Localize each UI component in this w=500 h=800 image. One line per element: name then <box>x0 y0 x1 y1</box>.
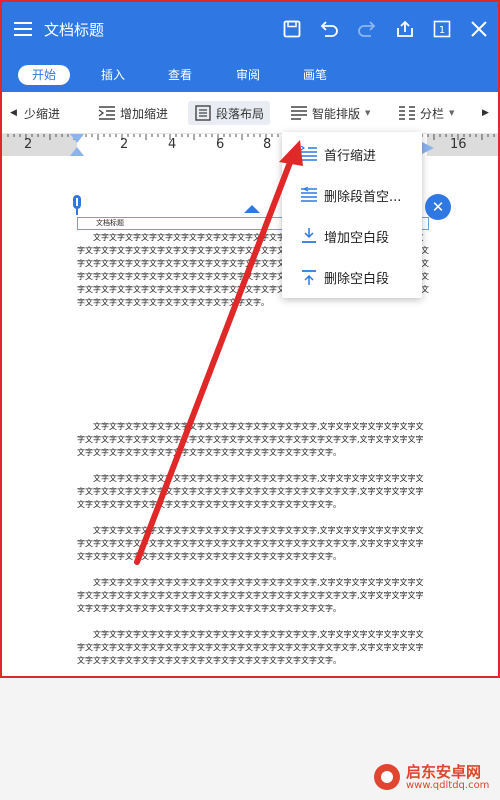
redo-icon[interactable] <box>354 16 380 42</box>
paragraph-layout-button[interactable]: 段落布局 <box>188 101 271 125</box>
menu-item-delete-blank-paragraph[interactable]: 删除空白段 <box>282 257 422 297</box>
ruler-number: 6 <box>216 137 225 152</box>
share-icon[interactable] <box>392 16 418 42</box>
caret-left-icon: ◀ <box>10 108 17 118</box>
format-toolbar: ◀ 少缩进 增加缩进 段落布局 智能排版 ▼ 分栏 ▼ ▶ <box>2 92 498 134</box>
title-bar: 文档标题 1 <box>2 2 498 58</box>
ruler-number: 2 <box>120 137 129 152</box>
ribbon-tabs: 开始 插入 查看 审阅 画笔 <box>2 58 498 92</box>
indent-marker-icon[interactable] <box>242 204 262 214</box>
tab-review[interactable]: 审阅 <box>236 65 260 85</box>
scroll-left-button[interactable]: ◀ <box>10 101 17 125</box>
body-paragraph[interactable]: 文字文字文字文字文字文字文字文字文字文字文字文字文字文字,文字文字文字文字文字文… <box>77 524 429 563</box>
document-page[interactable]: 文档标题 文字文字文字文字文字文字文字文字文字文字文字文字文字文字,文字文字文字… <box>2 156 498 676</box>
paragraph-layout-icon <box>195 105 211 121</box>
menu-item-first-line-indent[interactable]: 首行缩进 <box>282 134 422 174</box>
add-blank-paragraph-icon <box>294 227 324 245</box>
increase-indent-icon <box>98 106 115 120</box>
site-watermark: 启东安卓网 www.qdltdq.com <box>372 762 489 792</box>
decrease-indent-button[interactable]: 少缩进 <box>24 101 60 125</box>
body-paragraph[interactable]: 文字文字文字文字文字文字文字文字文字文字文字文字文字文字,文字文字文字文字文字文… <box>77 472 429 511</box>
tab-view[interactable]: 查看 <box>168 65 192 85</box>
smart-layout-menu: 首行缩进 删除段首空... 增加空白段 删除空白段 <box>282 132 422 298</box>
first-line-indent-icon <box>294 146 324 162</box>
body-paragraph[interactable]: 文字文字文字文字文字文字文字文字文字文字文字文字文字文字,文字文字文字文字文字文… <box>77 628 429 667</box>
close-x-icon: ✕ <box>431 198 445 216</box>
close-selection-button[interactable]: ✕ <box>425 194 451 220</box>
columns-button[interactable]: 分栏 ▼ <box>398 101 454 125</box>
smart-layout-icon <box>291 106 307 120</box>
menu-item-label: 删除段首空... <box>324 189 402 205</box>
undo-icon[interactable] <box>316 16 342 42</box>
decrease-indent-label: 少缩进 <box>24 106 61 121</box>
watermark-logo-icon <box>374 764 400 790</box>
columns-icon <box>399 106 415 120</box>
dropdown-caret-icon: ▼ <box>449 109 455 117</box>
menu-item-label: 首行缩进 <box>324 148 377 164</box>
caret-right-icon: ▶ <box>482 108 489 118</box>
ruler-number: 16 <box>450 137 467 152</box>
ruler-number: 8 <box>263 137 272 152</box>
page-count-icon[interactable]: 1 <box>429 16 455 42</box>
paragraph-layout-label: 段落布局 <box>216 106 265 121</box>
increase-indent-button[interactable]: 增加缩进 <box>98 101 168 125</box>
tab-start[interactable]: 开始 <box>18 65 71 85</box>
menu-item-add-blank-paragraph[interactable]: 增加空白段 <box>282 216 422 256</box>
watermark-name: 启东安卓网 <box>406 762 482 781</box>
scroll-right-button[interactable]: ▶ <box>482 101 489 125</box>
document-title: 文档标题 <box>44 21 105 39</box>
close-icon[interactable] <box>466 16 492 42</box>
app-window: 文档标题 1 开始 插入 查看 审阅 画笔 ◀ 少缩进 增加缩进 段落布局 智能… <box>0 0 500 678</box>
watermark-url: www.qdltdq.com <box>406 779 490 791</box>
body-paragraph[interactable]: 文字文字文字文字文字文字文字文字文字文字文字文字文字文字,文字文字文字文字文字文… <box>77 420 429 459</box>
hamburger-menu-icon[interactable] <box>14 22 32 36</box>
body-paragraph[interactable]: 文字文字文字文字文字文字文字文字文字文字文字文字文字文字,文字文字文字文字文字文… <box>77 576 429 615</box>
smart-layout-button[interactable]: 智能排版 ▼ <box>290 101 370 125</box>
tab-pen[interactable]: 画笔 <box>303 65 327 85</box>
dropdown-caret-icon: ▼ <box>365 109 371 117</box>
svg-text:1: 1 <box>439 25 445 36</box>
menu-item-delete-leading-space[interactable]: 删除段首空... <box>282 175 422 215</box>
tab-insert[interactable]: 插入 <box>101 65 125 85</box>
ruler-ticks <box>7 134 495 156</box>
delete-leading-space-icon <box>294 187 324 203</box>
columns-label: 分栏 <box>420 106 445 121</box>
ruler-number: 2 <box>24 137 33 152</box>
increase-indent-label: 增加缩进 <box>120 106 169 121</box>
save-icon[interactable] <box>279 16 305 42</box>
ruler-number: 4 <box>168 137 177 152</box>
menu-item-label: 删除空白段 <box>324 271 390 287</box>
menu-item-label: 增加空白段 <box>324 230 390 246</box>
delete-blank-paragraph-icon <box>294 268 324 286</box>
smart-layout-label: 智能排版 <box>312 106 361 121</box>
selection-handle-icon[interactable] <box>70 194 84 216</box>
ruler[interactable]: 2 2 4 6 8 16 <box>2 134 498 156</box>
